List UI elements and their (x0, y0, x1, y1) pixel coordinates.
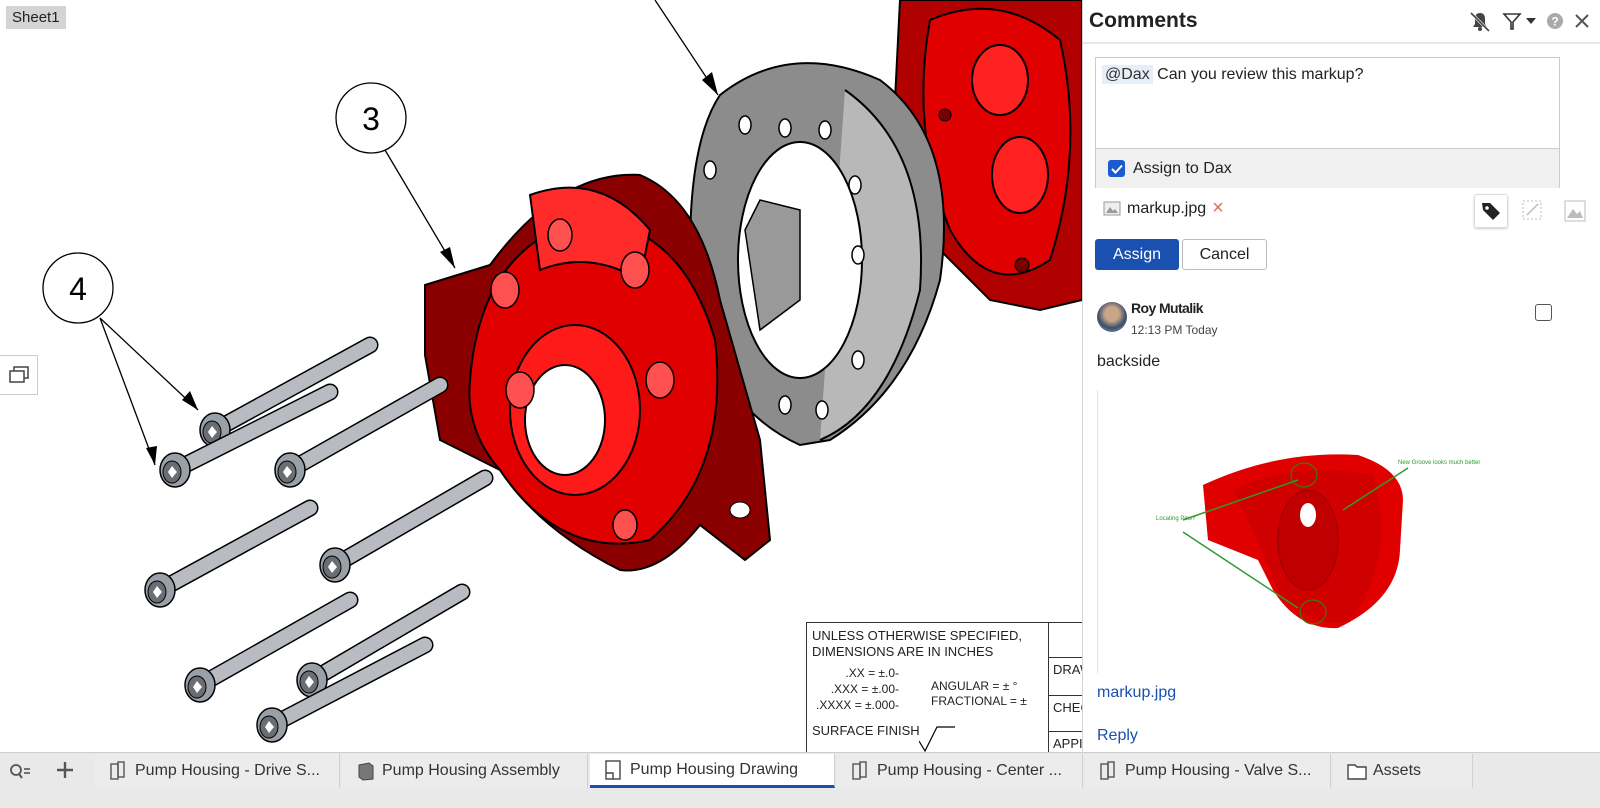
part-studio-icon (110, 761, 125, 780)
comment-image-thumbnail[interactable]: Locating Pins? New Groove looks much bet… (1097, 390, 1557, 673)
caret-down-icon[interactable] (1526, 17, 1536, 25)
approved-by-cell: APPI (1049, 731, 1082, 752)
bell-muted-icon[interactable] (1468, 10, 1492, 32)
comment-author: Roy Mutalik (1131, 300, 1204, 316)
resolve-checkbox[interactable] (1535, 304, 1552, 321)
mention-chip: @Dax (1102, 65, 1153, 84)
attachment-item: markup.jpg × (1103, 197, 1224, 220)
close-icon[interactable] (1574, 13, 1590, 29)
image-icon (1103, 201, 1121, 216)
comments-panel: Comments ? @Dax Can you review this mark… (1082, 0, 1600, 752)
drawing-icon (605, 759, 621, 780)
assembly-icon (358, 762, 374, 781)
attachment-link[interactable]: markup.jpg (1097, 684, 1176, 702)
cap-screw-shape (153, 501, 317, 597)
checked-by-cell: CHEC (1049, 695, 1082, 731)
tab-label: Pump Housing - Drive S... (135, 762, 320, 779)
toggle-panel-button[interactable] (0, 355, 38, 395)
tolerance-xxxx: .XXXX = ±.000- (816, 698, 899, 712)
avatar (1097, 302, 1127, 332)
part-studio-icon (852, 761, 867, 780)
markup-note: Locating Pins? (1156, 516, 1196, 522)
tolerance-xx: .XX = ±.0- (845, 666, 899, 680)
tolerance-xxx: .XXX = ±.00- (830, 682, 899, 696)
drawn-by-cell: DRAW (1049, 657, 1082, 695)
add-tab-button[interactable] (55, 760, 75, 785)
comment-input[interactable]: @Dax Can you review this markup? (1096, 58, 1559, 148)
attachment-filename: markup.jpg (1127, 199, 1207, 217)
surface-finish-symbol (919, 726, 955, 752)
tab-label: Pump Housing - Valve S... (1125, 762, 1312, 779)
cap-screw-shape (328, 471, 492, 572)
reply-link[interactable]: Reply (1097, 727, 1138, 745)
tab-assets[interactable]: Assets (1333, 754, 1473, 788)
attach-image-button[interactable] (1558, 194, 1592, 228)
tab-label: Pump Housing Drawing (630, 760, 799, 778)
comment-timestamp: 12:13 PM Today (1131, 323, 1218, 337)
filter-icon[interactable] (1502, 11, 1522, 31)
assign-button[interactable]: Assign (1095, 239, 1179, 270)
markup-icon (1522, 200, 1542, 220)
tab-label: Assets (1373, 762, 1422, 779)
title-block-line: DIMENSIONS ARE IN INCHES (812, 644, 994, 659)
help-icon[interactable]: ? (1546, 12, 1564, 30)
layers-icon (8, 366, 29, 383)
title-block-line: UNLESS OTHERWISE SPECIFIED, (812, 628, 1022, 643)
surface-finish-label: SURFACE FINISH (812, 723, 920, 738)
tab-pump-housing-drive-s[interactable]: Pump Housing - Drive S... (95, 754, 340, 788)
tag-icon (1482, 203, 1500, 220)
markup-note: New Groove looks much better (1398, 460, 1480, 466)
sheet-tab[interactable]: Sheet1 (6, 6, 66, 29)
tab-label: Pump Housing Assembly (382, 762, 560, 779)
plus-icon (57, 762, 73, 778)
comment-body: backside (1097, 353, 1161, 370)
markup-button[interactable] (1516, 194, 1550, 228)
remove-attachment-icon[interactable]: × (1212, 197, 1224, 220)
comment-text: Can you review this markup? (1157, 66, 1364, 83)
assign-label: Assign to Dax (1133, 159, 1232, 177)
tab-pump-housing-drawing[interactable]: Pump Housing Drawing (590, 754, 835, 788)
tab-manager-button[interactable] (8, 761, 32, 786)
search-list-icon (10, 764, 30, 779)
title-block: UNLESS OTHERWISE SPECIFIED, DIMENSIONS A… (806, 622, 1082, 752)
tab-pump-housing-assembly[interactable]: Pump Housing Assembly (342, 754, 588, 788)
assign-row: Assign to Dax (1096, 148, 1559, 188)
folder-icon (1347, 764, 1367, 780)
panel-title: Comments (1089, 9, 1198, 32)
balloon-4-label: 4 (69, 271, 87, 307)
image-icon (1564, 200, 1586, 222)
tolerance-fractional: FRACTIONAL = ± (931, 694, 1027, 708)
balloon-3-label: 3 (362, 101, 380, 137)
tab-label: Pump Housing - Center ... (877, 762, 1062, 779)
assign-checkbox[interactable] (1108, 160, 1125, 177)
svg-text:?: ? (1551, 15, 1558, 29)
cancel-button[interactable]: Cancel (1182, 239, 1267, 270)
drawing-canvas[interactable]: 3 4 Sheet1 UNLESS OTHERWISE SPECIFIED, D… (0, 0, 1082, 752)
comment-compose-box[interactable]: @Dax Can you review this markup? Assign … (1095, 57, 1560, 188)
tab-pump-housing-valve-s[interactable]: Pump Housing - Valve S... (1085, 754, 1331, 788)
tag-button[interactable] (1474, 194, 1508, 228)
tab-pump-housing-center[interactable]: Pump Housing - Center ... (837, 754, 1083, 788)
document-tab-bar: Pump Housing - Drive S... Pump Housing As… (0, 752, 1600, 808)
tolerance-angular: ANGULAR = ± ° (931, 679, 1018, 693)
part-studio-icon (1100, 761, 1115, 780)
